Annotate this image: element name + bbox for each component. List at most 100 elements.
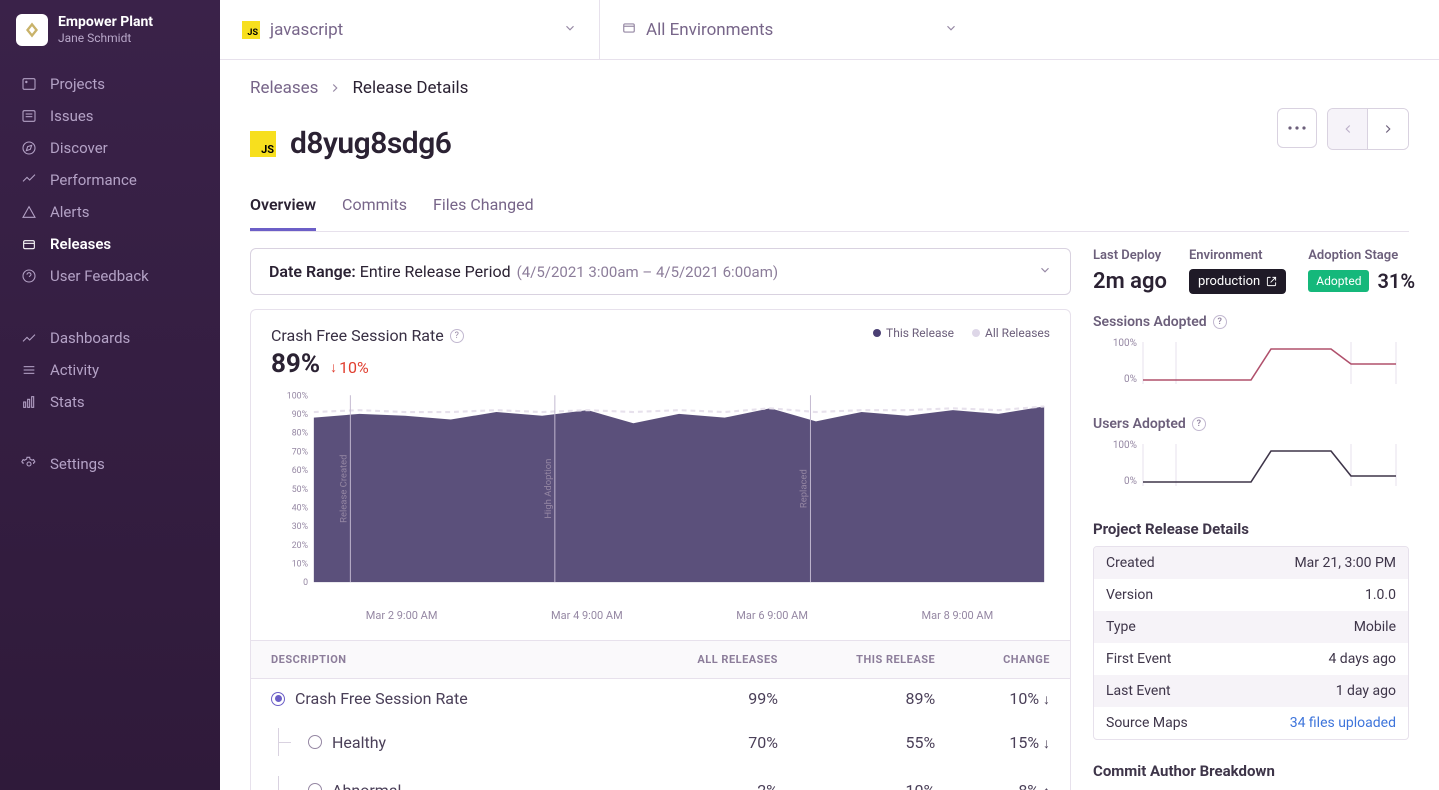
arrow-down-icon: ↓ (330, 359, 337, 376)
svg-text:70%: 70% (292, 447, 309, 457)
commit-author-breakdown-title: Commit Author Breakdown (1093, 762, 1409, 780)
releases-icon (20, 235, 38, 253)
svg-text:Replaced: Replaced (800, 469, 810, 508)
breadcrumb-current: Release Details (352, 78, 468, 98)
detail-row: Source Maps34 files uploaded (1094, 707, 1408, 739)
sidebar-item-label: Dashboards (50, 329, 130, 347)
adoption-stage-label: Adoption Stage (1308, 248, 1415, 263)
sessions-adopted-chart: 100% 0% (1093, 334, 1409, 396)
date-range-selector[interactable]: Date Range: Entire Release Period (4/5/2… (250, 248, 1071, 295)
detail-row: First Event4 days ago (1094, 643, 1408, 675)
crash-free-value: 89% (271, 349, 320, 379)
sidebar-item-label: Releases (50, 235, 111, 253)
crash-free-title: Crash Free Session Rate (271, 326, 444, 345)
topbar: JS javascript All Environments (220, 0, 1439, 60)
sidebar-item-discover[interactable]: Discover (0, 132, 220, 164)
sidebar-item-user-feedback[interactable]: User Feedback (0, 260, 220, 292)
settings-icon (20, 455, 38, 473)
chevron-down-icon (563, 20, 577, 39)
info-icon[interactable]: ? (1213, 315, 1227, 329)
svg-text:90%: 90% (292, 410, 309, 420)
svg-text:40%: 40% (292, 503, 309, 513)
breadcrumb-root[interactable]: Releases (250, 78, 318, 98)
svg-text:0: 0 (303, 578, 308, 588)
activity-icon (20, 361, 38, 379)
users-adopted-chart: 100% 0% (1093, 436, 1409, 498)
sidebar-item-label: Projects (50, 75, 105, 93)
environment-selector[interactable]: All Environments (600, 0, 980, 59)
date-range-label: Date Range: (269, 262, 356, 281)
window-icon (622, 20, 636, 39)
breadcrumb: Releases Release Details (250, 78, 1277, 98)
radio-icon[interactable] (308, 735, 322, 749)
dashboards-icon (20, 329, 38, 347)
projects-icon (20, 75, 38, 93)
users-adopted-title: Users Adopted (1093, 416, 1186, 432)
chevron-down-icon (1038, 262, 1052, 281)
radio-icon[interactable] (271, 692, 285, 706)
sidebar-item-projects[interactable]: Projects (0, 68, 220, 100)
svg-text:0%: 0% (1124, 374, 1137, 385)
arrow-down-icon: ↓ (1043, 692, 1050, 708)
sidebar-item-activity[interactable]: Activity (0, 354, 220, 386)
last-deploy-label: Last Deploy (1093, 248, 1167, 263)
source-maps-link[interactable]: 34 files uploaded (1290, 715, 1396, 731)
tab-commits[interactable]: Commits (342, 185, 407, 231)
more-button[interactable] (1277, 108, 1317, 148)
chevron-down-icon (944, 20, 958, 39)
project-release-details: CreatedMar 21, 3:00 PMVersion1.0.0TypeMo… (1093, 546, 1409, 740)
js-icon: JS (242, 21, 260, 39)
svg-text:High Adoption: High Adoption (544, 459, 554, 519)
table-row[interactable]: Crash Free Session Rate99%89%10% ↓ (251, 679, 1070, 719)
page-title: d8yug8sdg6 (290, 126, 451, 161)
sidebar-item-label: Stats (50, 393, 85, 411)
environment-badge[interactable]: production (1189, 269, 1286, 294)
table-row[interactable]: Healthy70%55%15% ↓ (251, 718, 1070, 766)
tab-overview[interactable]: Overview (250, 185, 316, 231)
performance-icon (20, 171, 38, 189)
info-icon[interactable]: ? (1192, 417, 1206, 431)
svg-text:100%: 100% (287, 391, 309, 401)
svg-text:Release Created: Release Created (340, 454, 350, 522)
sidebar-item-label: Issues (50, 107, 94, 125)
svg-text:0%: 0% (1124, 476, 1137, 487)
js-icon: JS (250, 131, 276, 157)
sidebar-item-alerts[interactable]: Alerts (0, 196, 220, 228)
stats-icon (20, 393, 38, 411)
detail-row: Last Event1 day ago (1094, 675, 1408, 707)
svg-text:100%: 100% (1113, 440, 1137, 451)
date-range-sub: (4/5/2021 3:00am – 4/5/2021 6:00am) (517, 263, 778, 281)
legend-this: This Release (886, 326, 954, 340)
legend-dot-all-icon (972, 329, 980, 337)
sidebar-item-label: User Feedback (50, 267, 149, 285)
th-all: ALL RELEASES (639, 641, 798, 679)
tabs: Overview Commits Files Changed (250, 185, 1409, 232)
crash-free-delta: ↓10% (330, 358, 369, 377)
org-switcher[interactable]: Empower Plant Jane Schmidt (0, 0, 220, 60)
radio-icon[interactable] (308, 783, 322, 790)
project-selector[interactable]: JS javascript (220, 0, 600, 59)
svg-text:50%: 50% (292, 485, 309, 495)
sidebar-item-settings[interactable]: Settings (0, 448, 220, 480)
th-this: THIS RELEASE (798, 641, 955, 679)
crash-free-card: Crash Free Session Rate ? 89% ↓10% This … (250, 309, 1071, 790)
environment-selector-label: All Environments (646, 20, 773, 40)
sidebar-item-issues[interactable]: Issues (0, 100, 220, 132)
legend-all: All Releases (985, 326, 1050, 340)
sidebar-item-releases[interactable]: Releases (0, 228, 220, 260)
sidebar-item-label: Discover (50, 139, 108, 157)
svg-text:100%: 100% (1113, 338, 1137, 349)
environment-label: Environment (1189, 248, 1286, 263)
sidebar-item-dashboards[interactable]: Dashboards (0, 322, 220, 354)
prev-release-button[interactable] (1328, 109, 1368, 149)
info-icon[interactable]: ? (450, 329, 464, 343)
next-release-button[interactable] (1368, 109, 1408, 149)
sidebar-item-performance[interactable]: Performance (0, 164, 220, 196)
discover-icon (20, 139, 38, 157)
user-name: Jane Schmidt (58, 31, 153, 45)
tab-files-changed[interactable]: Files Changed (433, 185, 534, 231)
table-row[interactable]: Abnormal2%10%8% ↑ (251, 766, 1070, 790)
arrow-down-icon: ↓ (1043, 736, 1050, 752)
detail-row: CreatedMar 21, 3:00 PM (1094, 547, 1408, 579)
sidebar-item-stats[interactable]: Stats (0, 386, 220, 418)
